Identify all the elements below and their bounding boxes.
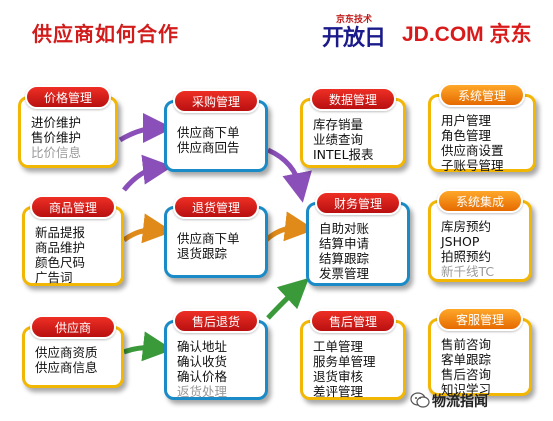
card-returns-management: 退货管理 供应商下单 退货跟踪: [164, 195, 268, 278]
card-item: 子账号管理: [441, 158, 504, 173]
card-supplier: 供应商 供应商资质 供应商信息: [22, 315, 124, 388]
card-item: 返货处理: [177, 384, 228, 399]
card-item: 用户管理: [441, 113, 492, 128]
card-item: 供应商回告: [177, 140, 240, 155]
card-label: 供应商: [30, 315, 116, 339]
card-items: 供应商下单 供应商回告: [177, 125, 259, 155]
card-item: 业绩查询: [313, 132, 364, 147]
card-item: JSHOP: [441, 234, 480, 249]
card-item: INTEL报表: [313, 147, 374, 162]
card-item: 售后咨询: [441, 367, 492, 382]
card-item: 进价维护: [31, 115, 82, 130]
card-label: 采购管理: [173, 89, 259, 113]
arrow-price-to-purchase: [118, 113, 173, 144]
card-items: 确认地址 确认收货 确认价格 返货处理: [177, 339, 259, 399]
card-item: 颜色尺码: [35, 255, 86, 270]
card-items: 售前咨询 客单跟踪 售后咨询 知识学习: [441, 337, 523, 397]
card-data-management: 数据管理 库存销量 业绩查询 INTEL报表: [300, 87, 406, 168]
card-items: 进价维护 售价维护 比价信息: [31, 115, 109, 160]
card-label: 退货管理: [173, 195, 259, 219]
card-label: 系统管理: [439, 83, 525, 107]
watermark: 物流指闻: [432, 394, 488, 410]
card-item: 比价信息: [31, 145, 82, 160]
card-price-management: 价格管理 进价维护 售价维护 比价信息: [18, 85, 118, 168]
card-items: 工单管理 服务单管理 退货审核 差评管理: [313, 339, 397, 399]
card-label: 客服管理: [437, 307, 523, 331]
card-purchase-management: 采购管理 供应商下单 供应商回告: [164, 89, 268, 172]
card-label: 商品管理: [30, 195, 116, 219]
card-item: 确认价格: [177, 369, 228, 384]
card-item: 自助对账: [319, 221, 370, 236]
card-item: 服务单管理: [313, 354, 376, 369]
card-item: 确认地址: [177, 339, 228, 354]
wechat-icon: [410, 392, 430, 408]
card-label: 数据管理: [310, 87, 396, 111]
card-item: 结算跟踪: [319, 251, 370, 266]
card-item: 供应商下单: [177, 231, 240, 246]
card-items: 新品提报 商品维护 颜色尺码 广告词: [35, 225, 115, 285]
card-item: 退货跟踪: [177, 246, 228, 261]
card-label: 价格管理: [25, 85, 111, 109]
card-item: 供应商资质: [35, 345, 98, 360]
card-item: 新品提报: [35, 225, 86, 240]
arrow-purchase-to-finance: [266, 147, 312, 203]
card-items: 供应商下单 退货跟踪: [177, 231, 259, 261]
card-item: 发票管理: [319, 266, 370, 281]
card-item: 结算申请: [319, 236, 370, 251]
card-item: 客单跟踪: [441, 352, 492, 367]
card-item: 新千线TC: [441, 264, 495, 279]
card-system-integration: 系统集成 库房预约 JSHOP 拍照预约 新千线TC: [428, 189, 532, 282]
card-aftersale-management: 售后管理 工单管理 服务单管理 退货审核 差评管理: [300, 309, 406, 400]
arrow-goods-to-returns: [122, 213, 173, 244]
card-finance-management: 财务管理 自助对账 结算申请 结算跟踪 发票管理: [306, 191, 410, 286]
arrow-returns-to-finance: [264, 211, 315, 242]
card-items: 供应商资质 供应商信息: [35, 345, 115, 375]
card-item: 差评管理: [313, 384, 364, 399]
card-item: 库存销量: [313, 117, 364, 132]
card-item: 供应商设置: [441, 143, 504, 158]
card-items: 用户管理 角色管理 供应商设置 子账号管理: [441, 113, 527, 173]
card-item: 商品维护: [35, 240, 86, 255]
card-goods-management: 商品管理 新品提报 商品维护 颜色尺码 广告词: [22, 195, 124, 286]
card-item: 售价维护: [31, 130, 82, 145]
card-item: 拍照预约: [441, 249, 492, 264]
arrow-aftersale-returns-to-finance: [266, 277, 310, 320]
card-items: 库房预约 JSHOP 拍照预约 新千线TC: [441, 219, 523, 279]
card-aftersale-returns: 售后退货 确认地址 确认收货 确认价格 返货处理: [164, 309, 268, 400]
card-label: 售后退货: [173, 309, 259, 333]
card-label: 售后管理: [310, 309, 396, 333]
card-item: 库房预约: [441, 219, 492, 234]
card-label: 财务管理: [315, 191, 401, 215]
card-items: 库存销量 业绩查询 INTEL报表: [313, 117, 397, 162]
card-item: 确认收货: [177, 354, 228, 369]
card-system-management: 系统管理 用户管理 角色管理 供应商设置 子账号管理: [428, 83, 536, 173]
card-item: 工单管理: [313, 339, 364, 354]
card-item: 供应商信息: [35, 360, 98, 375]
card-item: 退货审核: [313, 369, 364, 384]
card-label: 系统集成: [437, 189, 523, 213]
card-item: 广告词: [35, 270, 73, 285]
arrow-goods-to-purchase: [122, 154, 173, 192]
card-item: 售前咨询: [441, 337, 492, 352]
card-item: 供应商下单: [177, 125, 240, 140]
card-item: 角色管理: [441, 128, 492, 143]
card-service-management: 客服管理 售前咨询 客单跟踪 售后咨询 知识学习: [428, 307, 532, 397]
card-items: 自助对账 结算申请 结算跟踪 发票管理: [319, 221, 401, 281]
arrow-supplier-to-aftersale-returns: [123, 331, 173, 362]
